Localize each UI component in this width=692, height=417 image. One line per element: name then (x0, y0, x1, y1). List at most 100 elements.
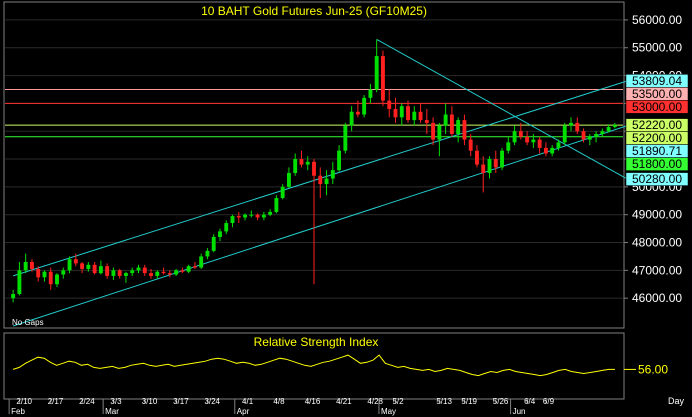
candle-body (211, 236, 216, 251)
date-tick-label: 5/13 (436, 397, 452, 406)
candle-body (161, 271, 166, 274)
candle-body (487, 159, 492, 173)
rsi-title: Relative Strength Index (254, 335, 379, 349)
candle-body (449, 114, 454, 134)
candle-body (537, 139, 542, 148)
candle-body (149, 273, 153, 276)
candle-body (437, 125, 442, 140)
candle-body (155, 271, 160, 276)
price-level-label: 53809.04 (632, 74, 682, 88)
price-chart-title: 10 BAHT Gold Futures Jun-25 (GF10M25) (201, 4, 427, 18)
candle-body (355, 111, 360, 115)
candle-body (569, 122, 573, 126)
month-label: May (381, 407, 396, 416)
candle-body (92, 264, 97, 274)
price-level-label: 50280.00 (632, 172, 682, 186)
candle-body (305, 161, 310, 165)
candle-body (167, 273, 172, 275)
candle-body (393, 108, 398, 118)
candle-body (61, 270, 66, 275)
candle-body (506, 142, 511, 151)
candle-body (468, 139, 473, 151)
price-level-label: 51890.71 (632, 144, 682, 158)
candle-body (343, 125, 348, 151)
day-axis-label: Day (668, 396, 685, 406)
candle-body (443, 114, 448, 126)
candle-body (142, 267, 147, 274)
price-tick-label: 49000.00 (632, 208, 682, 222)
candle-body (543, 147, 548, 154)
date-tick-label: 5/2 (392, 397, 404, 406)
candle-body (286, 172, 291, 187)
price-tick-label: 48000.00 (632, 236, 682, 250)
candle-body (205, 250, 210, 257)
candle-body (218, 231, 222, 237)
candle-body (456, 120, 461, 134)
candle-body (111, 270, 116, 276)
candle-body (67, 259, 72, 271)
candle-body (575, 122, 580, 132)
date-tick-label: 4/21 (336, 397, 352, 406)
candle-body (299, 159, 304, 165)
candle-body (180, 270, 185, 272)
chart-root: 46000.0047000.0048000.0049000.0050000.00… (0, 0, 692, 417)
month-label: Apr (237, 407, 250, 416)
date-tick-label: 4/1 (242, 397, 254, 406)
price-tick-label: 46000.00 (632, 291, 682, 305)
candle-body (55, 274, 59, 285)
candle-body (330, 170, 335, 179)
date-tick-label: 4/8 (273, 397, 285, 406)
candle-body (418, 111, 423, 121)
candle-body (406, 106, 410, 121)
candle-body (29, 262, 34, 269)
candle-body (268, 211, 273, 215)
date-tick-label: 2/17 (48, 397, 64, 406)
candle-body (600, 131, 605, 134)
candle-body (387, 100, 392, 109)
month-label: Feb (11, 407, 25, 416)
candle-body (462, 120, 467, 140)
candle-body (86, 264, 91, 269)
candle-body (606, 127, 611, 132)
date-tick-label: 3/24 (204, 397, 220, 406)
candle-body (73, 259, 78, 264)
price-tick-label: 55000.00 (632, 41, 682, 55)
candle-body (362, 97, 367, 115)
candle-body (556, 142, 561, 148)
candle-body (612, 125, 617, 128)
candle-body (280, 186, 285, 198)
price-tick-label: 56000.00 (632, 13, 682, 27)
candle-body (23, 262, 28, 271)
candle-body (412, 111, 417, 121)
candle-body (48, 271, 53, 285)
candle-body (124, 273, 128, 276)
date-tick-label: 2/10 (16, 397, 32, 406)
candle-body (594, 134, 599, 137)
candle-body (199, 256, 204, 268)
candle-body (518, 131, 523, 137)
candle-body (318, 175, 323, 185)
candle-body (481, 164, 486, 173)
candle-body (117, 270, 122, 276)
candle-body (236, 216, 241, 218)
candle-body (550, 147, 555, 154)
date-tick-label: 5/19 (461, 397, 477, 406)
candle-body (475, 150, 479, 165)
date-tick-label: 4/16 (305, 397, 321, 406)
candle-body (368, 89, 373, 98)
candle-body (274, 198, 279, 212)
date-tick-label: 6/9 (543, 397, 555, 406)
date-tick-label: 3/3 (110, 397, 122, 406)
candle-body (581, 131, 586, 140)
candle-body (230, 216, 235, 224)
candle-body (36, 268, 41, 278)
date-tick-label: 2/24 (79, 397, 95, 406)
candle-body (324, 178, 329, 185)
month-label: Mar (105, 407, 119, 416)
candle-body (525, 136, 530, 143)
candle-body (424, 120, 429, 123)
price-level-label: 51800.00 (632, 157, 682, 171)
candle-body (98, 266, 103, 274)
candle-body (243, 214, 247, 218)
candle-body (42, 271, 47, 278)
